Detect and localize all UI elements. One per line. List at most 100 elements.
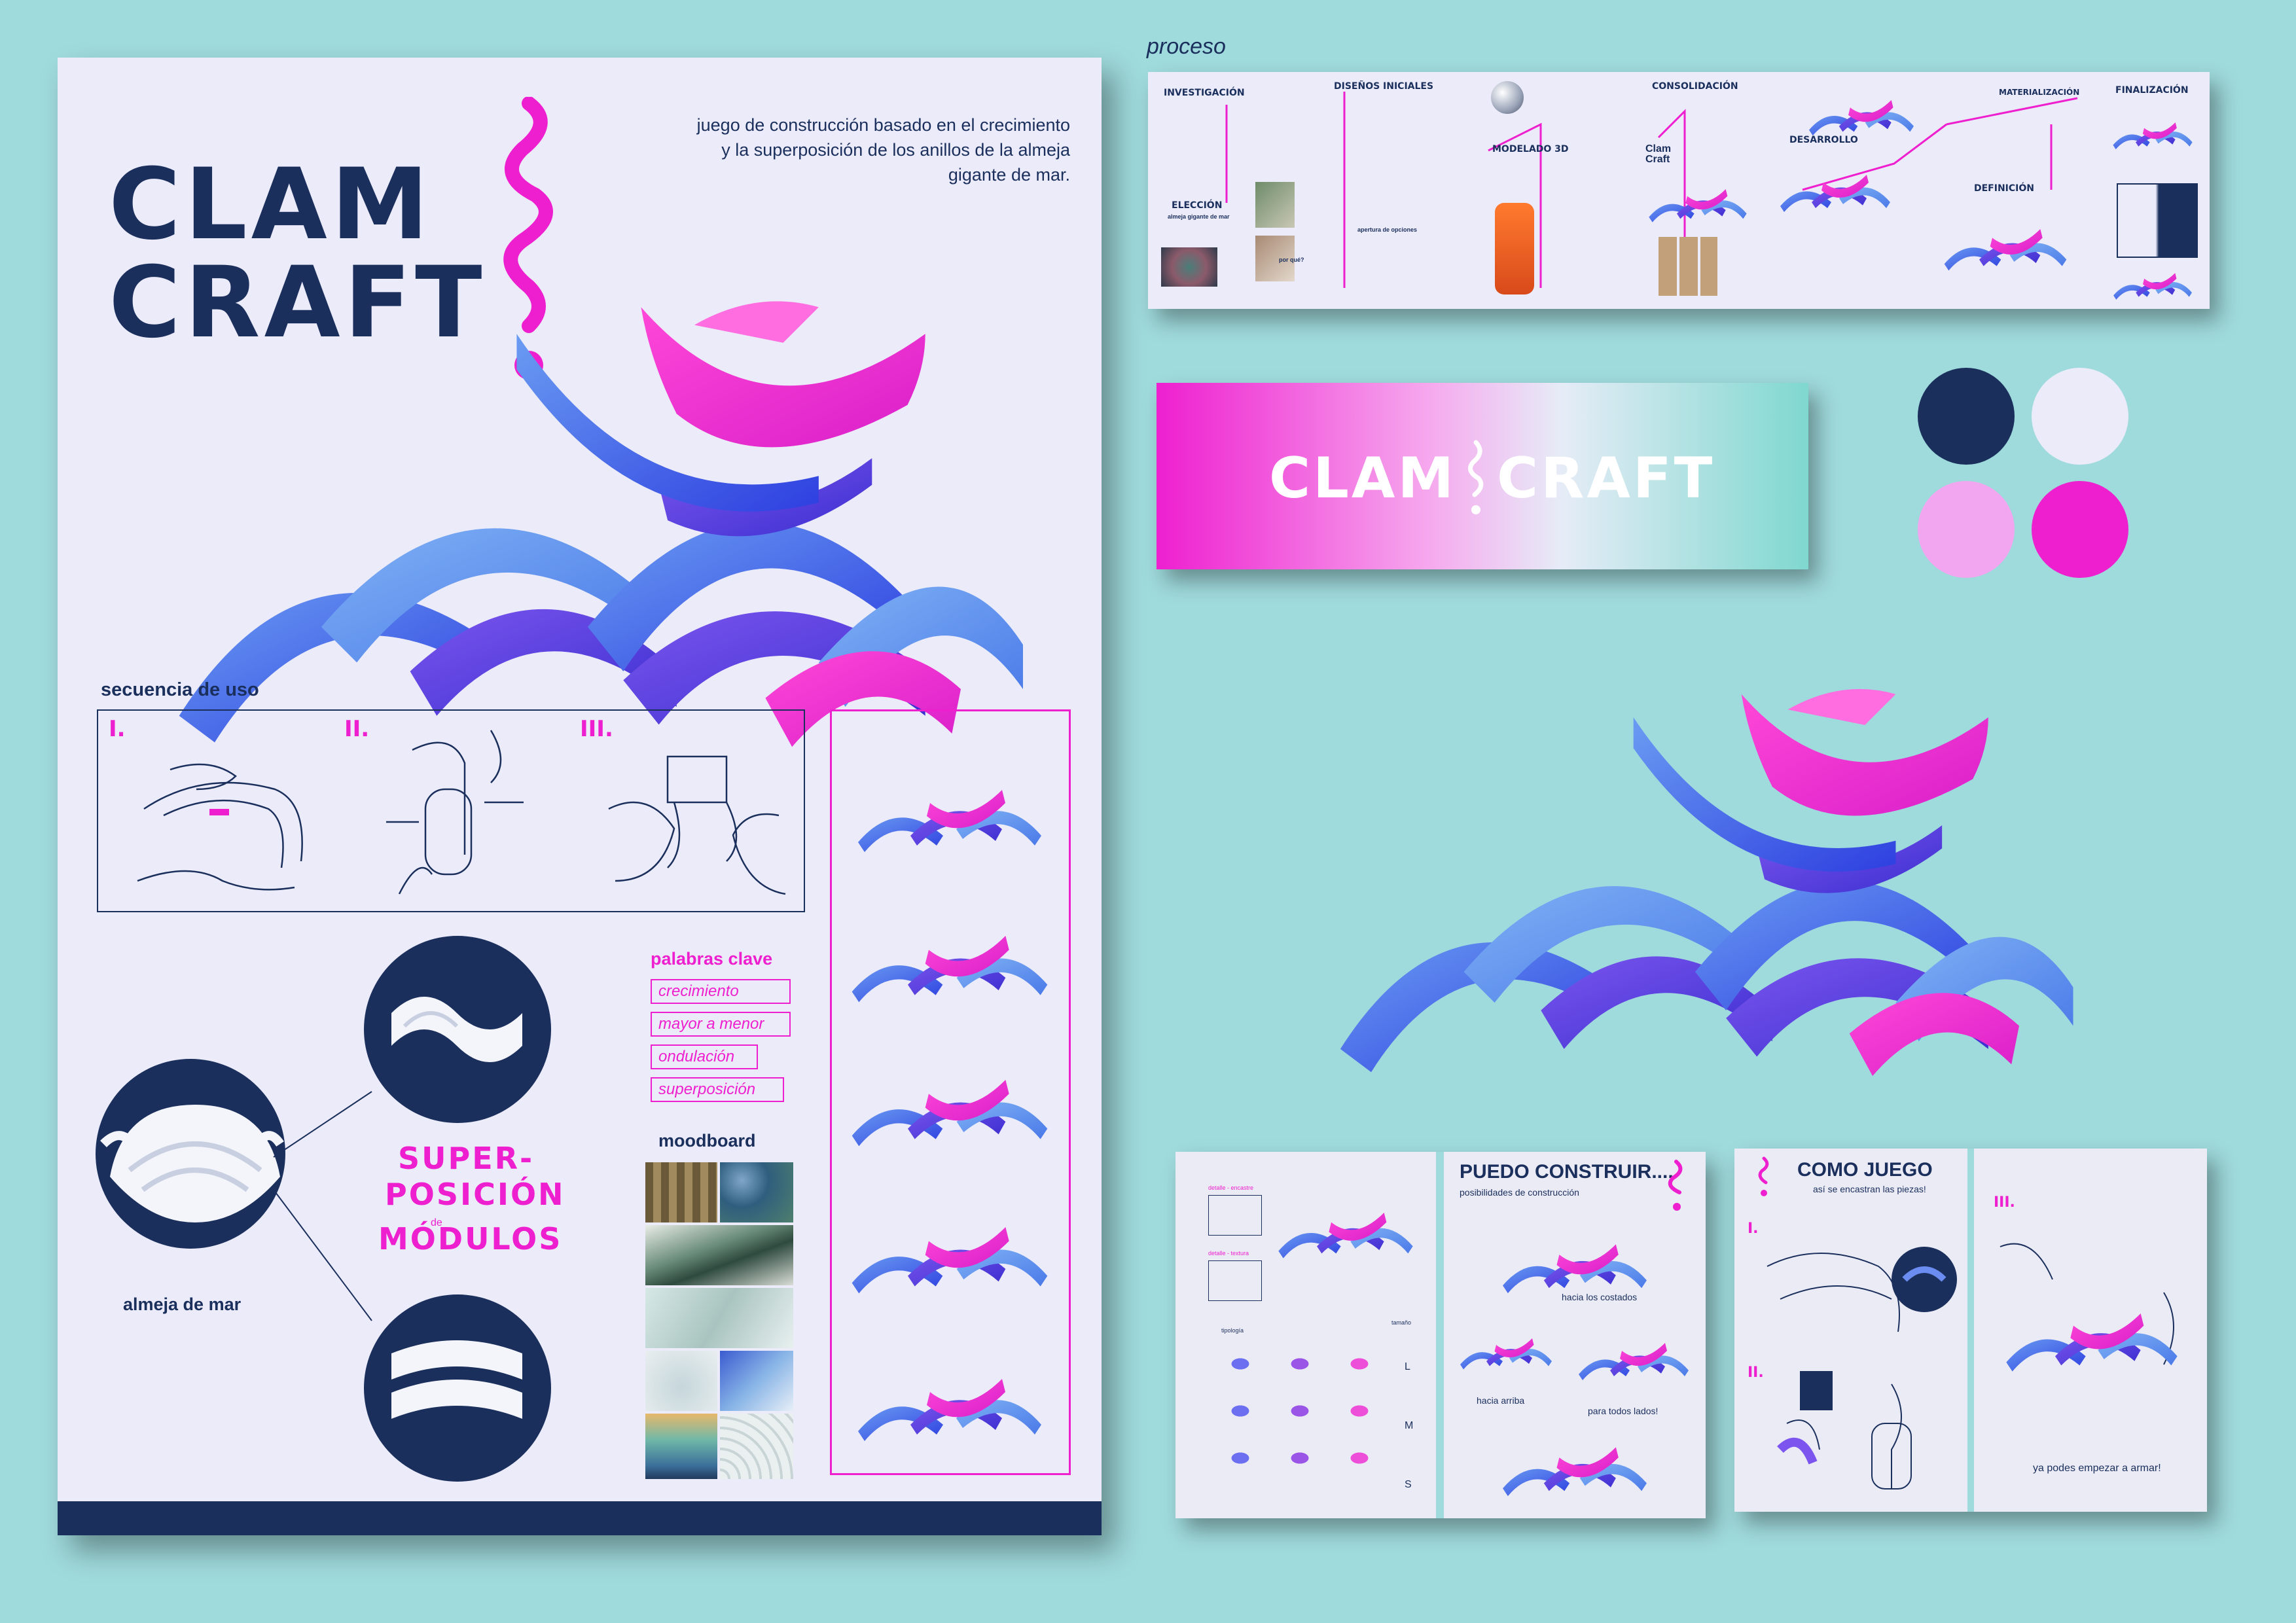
intro-line-3: gigante de mar. (948, 165, 1070, 185)
booklet-2-subheading: así se encastran las piezas! (1813, 1184, 1926, 1194)
process-heading-disenos: DISEÑOS INICIALES (1334, 81, 1434, 92)
process-heading-materializacion: MATERIALIZACIÓN (1999, 88, 2080, 97)
process-heading-definicion: DEFINICIÓN (1974, 183, 2034, 194)
configuration-2 (852, 936, 1048, 1003)
process-strip: INVESTIGACIÓN DISEÑOS INICIALES ELECCIÓN… (1148, 72, 2210, 309)
step-2-hands-illustration (386, 730, 524, 895)
process-apertura: apertura de opciones (1357, 226, 1418, 233)
booklet-1-caption-1: hacia los costados (1562, 1292, 1638, 1302)
poster-intro: juego de construcción basado en el creci… (612, 113, 1070, 187)
super-line-3: MÓDULOS (378, 1221, 563, 1257)
booklet-2-step-1: I. (1748, 1221, 1759, 1237)
booklet-2-caption: ya podes empezar a armar! (2033, 1463, 2161, 1474)
booklet-2-left-page: COMO JUEGO así se encastran las piezas! … (1734, 1149, 1967, 1512)
process-photo-grid (1659, 237, 1717, 296)
step-1-hands-illustration (137, 763, 303, 891)
process-logo-tiles (2117, 183, 2198, 258)
moodboard-image-2 (720, 1162, 793, 1222)
super-line-2: POSICIÓN (385, 1177, 565, 1212)
booklet-2-squiggle-icon (1758, 1156, 1769, 1196)
clam-label: almeja de mar (123, 1294, 242, 1314)
booklet-1-size-L: L (1405, 1361, 1410, 1372)
booklet-2: COMO JUEGO así se encastran las piezas! … (1734, 1149, 2207, 1512)
booklet-1-piece-grid (1215, 1348, 1385, 1505)
poster-footer-bar (58, 1501, 1102, 1535)
booklet-1-size-M: M (1405, 1420, 1414, 1431)
process-clam-craft-label: Clam Craft (1645, 143, 1672, 165)
booklet-1-construction-wave (1503, 1447, 1647, 1497)
banner-title-left: CLAM (1269, 446, 1457, 511)
sequence-box: I. II. III. (97, 709, 805, 912)
booklet-2-step-2-illustration (1777, 1371, 1912, 1489)
process-heading-consolidacion: CONSOLIDACIÓN (1652, 81, 1738, 92)
main-poster: CLAM CRAFT juego de construcción basado … (58, 58, 1102, 1535)
process-heading-modelado: MODELADO 3D (1492, 144, 1569, 154)
booklet-1-subheading: posibilidades de construcción (1460, 1187, 1579, 1198)
booklet-1-detail-sketch-1 (1208, 1195, 1262, 1236)
palette-swatch-lavender (2032, 368, 2128, 465)
logo-banner: CLAM CRAFT (1157, 383, 1808, 569)
booklet-1-tamano: tamaño (1391, 1319, 1412, 1326)
main-sculpture-render (1340, 688, 2073, 1077)
booklet-1-caption-3: para todos lados! (1588, 1406, 1659, 1416)
configuration-5 (858, 1379, 1041, 1441)
palette-swatch-navy (1918, 368, 2015, 465)
moodboard-heading: moodboard (658, 1131, 756, 1150)
booklet-1-heading: PUEDO CONSTRUIR.... (1460, 1161, 1674, 1183)
configurations-column (830, 709, 1071, 1475)
banner-squiggle-icon (1468, 440, 1484, 514)
process-clam-photo (1161, 247, 1217, 287)
process-porque: por qué? (1279, 257, 1304, 263)
clam-texture-bottom (391, 1340, 522, 1419)
moodboard-image-7 (645, 1414, 717, 1479)
process-render-definicion (1944, 229, 2067, 271)
step-3-hands-illustration (608, 755, 786, 895)
booklet-1-construction-up (1460, 1338, 1552, 1370)
moodboard-image-1 (645, 1162, 717, 1222)
process-heading-investigacion: INVESTIGACIÓN (1164, 88, 1245, 98)
process-heading-eleccion: ELECCIÓN (1172, 200, 1223, 211)
booklet-1-left-page: detalle - encastre detalle - textura tip… (1175, 1152, 1436, 1518)
configuration-4 (852, 1227, 1048, 1294)
intro-line-1: juego de construcción basado en el creci… (696, 115, 1070, 135)
booklet-2-heading: COMO JUEGO (1797, 1159, 1933, 1181)
process-model-render (1495, 203, 1534, 294)
booklet-2-assembled-render (2006, 1313, 2178, 1372)
booklet-2-right-page: III. ya podes empezar a armar! (1974, 1149, 2207, 1512)
process-heading-finalizacion: FINALIZACIÓN (2115, 85, 2189, 96)
booklet-1-size-S: S (1405, 1479, 1412, 1490)
booklet-1-caption-2: hacia arriba (1477, 1395, 1525, 1406)
keywords-heading: palabras clave (651, 949, 773, 969)
booklet-1-piece-render (1278, 1213, 1413, 1258)
booklet-1-detail-sketch-2 (1208, 1260, 1262, 1301)
moodboard-grid (645, 1162, 793, 1479)
poster-sculpture-render (179, 301, 1023, 747)
process-render-final-2 (2113, 273, 2192, 300)
keyword-crecimiento: crecimiento (651, 979, 791, 1004)
clam-texture-top (391, 997, 522, 1062)
poster-title-line1: CLAM (109, 148, 433, 262)
process-eleccion-text: almeja gigante de mar (1168, 213, 1230, 220)
booklet-2-step-3: III. (1994, 1194, 2015, 1211)
booklet-2-step-1-illustration (1767, 1247, 1957, 1332)
moodboard-image-4 (645, 1288, 793, 1348)
process-render-top (1809, 99, 1914, 136)
configuration-1 (858, 790, 1041, 852)
moodboard-image-5 (645, 1351, 717, 1411)
booklet-1: detalle - encastre detalle - textura tip… (1175, 1152, 1706, 1518)
connector-lines (273, 1091, 372, 1321)
process-globe (1491, 81, 1524, 114)
palette-swatch-pink (2032, 481, 2128, 578)
process-photo-2 (1255, 182, 1295, 228)
booklet-1-squiggle-icon (1668, 1160, 1683, 1211)
process-render-final (2113, 122, 2193, 150)
process-label: proceso (1147, 34, 1226, 59)
configuration-3 (852, 1080, 1048, 1147)
process-render-desarrollo (1780, 175, 1890, 212)
booklet-1-detail-2: detalle - textura (1208, 1250, 1249, 1257)
process-render-consolidacion (1649, 189, 1747, 223)
super-line-1: SUPER- (398, 1141, 535, 1176)
palette-swatch-light-pink (1918, 481, 2015, 578)
moodboard-image-3 (645, 1225, 793, 1285)
moodboard-image-6 (720, 1351, 793, 1411)
